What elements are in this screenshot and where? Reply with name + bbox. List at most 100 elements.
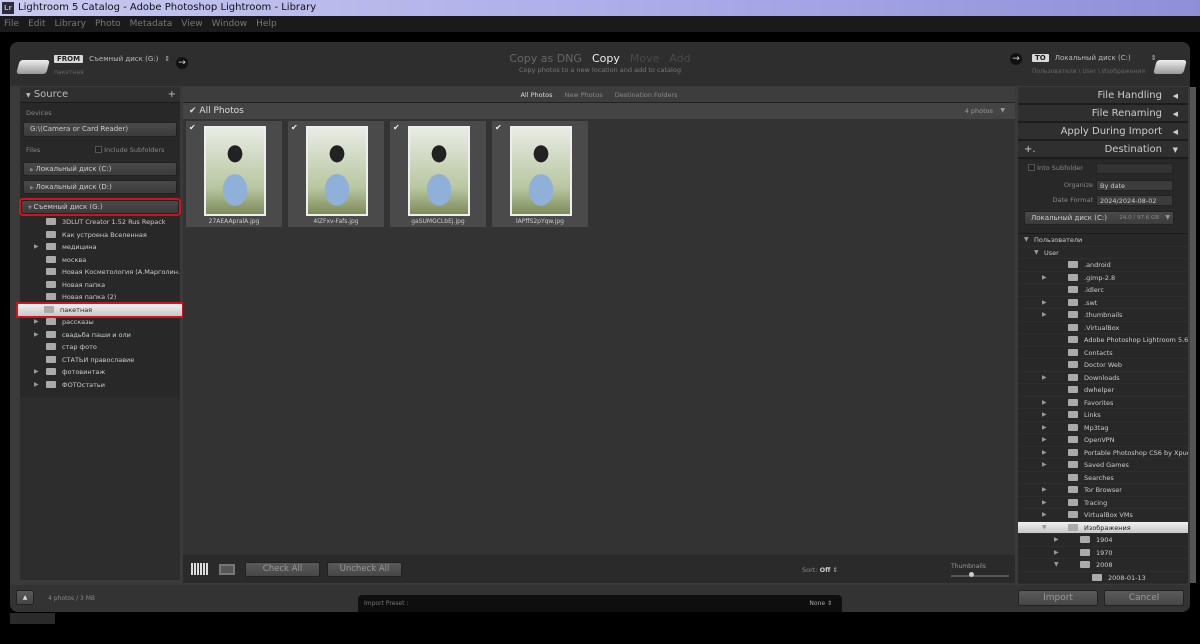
- cancel-button[interactable]: Cancel: [1104, 590, 1184, 606]
- tab-destination-folders[interactable]: Destination Folders: [615, 91, 678, 99]
- collapsed-triangle-icon[interactable]: ▶: [1042, 309, 1047, 321]
- destination-folder-item[interactable]: ▶ Favorites: [1018, 397, 1188, 409]
- destination-folder-item[interactable]: 2008-01-13: [1018, 572, 1188, 584]
- destination-folder-item[interactable]: ▼ Пользователи: [1018, 234, 1188, 247]
- destination-folder-item[interactable]: ▼ 2008: [1018, 559, 1188, 572]
- collapsed-triangle-icon[interactable]: ▶: [34, 329, 39, 342]
- destination-folder-item[interactable]: ▶ VirtualBox VMs: [1018, 509, 1188, 522]
- to-selector[interactable]: TO Локальный диск (C:) ⇕: [1032, 54, 1157, 62]
- menu-library[interactable]: Library: [55, 16, 86, 32]
- grid-view-icon[interactable]: [191, 563, 209, 575]
- destination-folder-item[interactable]: dwhelper: [1018, 384, 1188, 397]
- folder-item[interactable]: москва: [20, 254, 180, 267]
- section-apply-during-import[interactable]: Apply During Import ◀: [1018, 123, 1188, 141]
- uncheck-all-button[interactable]: Uncheck All: [327, 562, 402, 577]
- menu-metadata[interactable]: Metadata: [130, 16, 173, 32]
- collapsed-triangle-icon[interactable]: ▶: [1042, 272, 1047, 284]
- collapsed-triangle-icon[interactable]: ▶: [1042, 297, 1047, 309]
- expanded-triangle-icon[interactable]: ▼: [1054, 559, 1059, 571]
- collapsed-triangle-icon[interactable]: ▶: [1042, 497, 1047, 509]
- volume-item[interactable]: ▶ Локальный диск (D:): [23, 180, 177, 194]
- check-all-button[interactable]: Check All: [245, 562, 320, 577]
- expand-up-button[interactable]: ▲: [16, 590, 34, 605]
- collapsed-triangle-icon[interactable]: ▶: [1042, 409, 1047, 421]
- dropdown-icon[interactable]: ▼: [1000, 103, 1005, 119]
- destination-folder-item[interactable]: Adobe Photoshop Lightroom 5.6 Fi...: [1018, 334, 1188, 347]
- from-selector[interactable]: FROM Съемный диск (G:) ⇕: [54, 55, 170, 63]
- date-format-select[interactable]: 2024/2024-08-02: [1096, 195, 1173, 206]
- destination-folder-item[interactable]: .idlerc: [1018, 284, 1188, 297]
- folder-item[interactable]: 3DLUT Creator 1.52 Rus Repack: [20, 216, 180, 229]
- destination-folder-item[interactable]: .android: [1018, 259, 1188, 272]
- from-source[interactable]: Съемный диск (G:): [89, 55, 158, 63]
- tab-all-photos[interactable]: All Photos: [520, 91, 552, 99]
- folder-item[interactable]: ▶ рассказы: [20, 316, 180, 329]
- organize-select[interactable]: By date: [1096, 180, 1173, 191]
- menu-photo[interactable]: Photo: [95, 16, 121, 32]
- destination-folder-item[interactable]: ▶ Links: [1018, 409, 1188, 422]
- destination-folder-item[interactable]: ▶ 1904: [1018, 534, 1188, 547]
- destination-folder-item[interactable]: ▶ 1970: [1018, 547, 1188, 559]
- mode-add[interactable]: Add: [669, 52, 690, 65]
- slider-thumb[interactable]: [969, 572, 974, 577]
- menu-edit[interactable]: Edit: [28, 16, 45, 32]
- check-icon[interactable]: ✔: [189, 106, 197, 116]
- folder-item[interactable]: ▶ медицина: [20, 241, 180, 254]
- photo-thumbnail[interactable]: [510, 126, 572, 216]
- volume-item[interactable]: ▼ Съемный диск (G:): [19, 198, 181, 216]
- collapsed-triangle-icon[interactable]: ▶: [1042, 397, 1047, 409]
- photo-checkbox[interactable]: ✔: [291, 123, 298, 132]
- folder-item[interactable]: Как устроена Вселенная: [20, 229, 180, 242]
- destination-folder-item[interactable]: ▶ .gimp-2.8: [1018, 272, 1188, 284]
- folder-item[interactable]: пакетная: [16, 301, 184, 318]
- subfolder-name-input[interactable]: [1096, 163, 1173, 174]
- folder-item[interactable]: Новая Косметология (А.Марголин...: [20, 266, 180, 279]
- collapsed-triangle-icon[interactable]: ▶: [1042, 459, 1047, 471]
- collapsed-triangle-icon[interactable]: ▶: [34, 316, 39, 329]
- collapsed-triangle-icon[interactable]: ▶: [1042, 509, 1047, 521]
- collapsed-triangle-icon[interactable]: ▶: [1042, 372, 1047, 384]
- folder-item[interactable]: стар фото: [20, 341, 180, 354]
- folder-item[interactable]: Новая папка (2): [20, 291, 180, 304]
- collapsed-triangle-icon[interactable]: ▶: [34, 241, 39, 254]
- destination-folder-item[interactable]: ▶ Mp3tag: [1018, 422, 1188, 434]
- destination-folder-item[interactable]: ▶ Saved Games: [1018, 459, 1188, 472]
- collapsed-triangle-icon[interactable]: ▶: [1042, 422, 1047, 434]
- menu-window[interactable]: Window: [212, 16, 248, 32]
- add-icon[interactable]: +.: [1024, 141, 1036, 159]
- right-scrollbar[interactable]: [1190, 87, 1196, 583]
- photo-cell[interactable]: ✔ lAPffS2pYqw.jpg: [491, 120, 589, 228]
- include-subfolders-checkbox[interactable]: Include Subfolders: [95, 146, 164, 154]
- menu-help[interactable]: Help: [256, 16, 277, 32]
- thumbnails-slider[interactable]: [951, 572, 1009, 577]
- section-file-handling[interactable]: File Handling ◀: [1018, 87, 1188, 105]
- destination-folder-item[interactable]: Contacts: [1018, 347, 1188, 359]
- expanded-triangle-icon[interactable]: ▼: [1042, 522, 1047, 534]
- collapsed-triangle-icon[interactable]: ▶: [1054, 534, 1059, 546]
- photo-checkbox[interactable]: ✔: [189, 123, 196, 132]
- collapsed-triangle-icon[interactable]: ▶: [34, 366, 39, 379]
- photo-thumbnail[interactable]: [408, 126, 470, 216]
- photo-checkbox[interactable]: ✔: [393, 123, 400, 132]
- into-subfolder-checkbox[interactable]: Into Subfolder: [1028, 164, 1083, 172]
- mode-copy-as-dng[interactable]: Copy as DNG: [509, 52, 582, 65]
- destination-folder-item[interactable]: Doctor Web: [1018, 359, 1188, 372]
- destination-folder-item[interactable]: ▶ .thumbnails: [1018, 309, 1188, 322]
- filmstrip-tab[interactable]: [10, 613, 55, 624]
- destination-folder-item[interactable]: ▼ User: [1018, 247, 1188, 259]
- device-item[interactable]: G:\(Camera or Card Reader): [23, 122, 177, 137]
- destination-folder-item[interactable]: ▶ Tracing: [1018, 497, 1188, 509]
- sort-control[interactable]: Sort: Off ⇕: [802, 566, 838, 574]
- photo-thumbnail[interactable]: [306, 126, 368, 216]
- folder-item[interactable]: ▶ свадьба паши и оли: [20, 329, 180, 342]
- destination-folder-item[interactable]: ▶ .swt: [1018, 297, 1188, 309]
- import-button[interactable]: Import: [1018, 590, 1098, 606]
- destination-folder-item[interactable]: .VirtualBox: [1018, 322, 1188, 334]
- section-destination[interactable]: +. Destination ▼: [1018, 141, 1188, 159]
- collapsed-triangle-icon[interactable]: ▶: [1042, 447, 1047, 459]
- photo-cell[interactable]: ✔ 4lZFxv-Fafs.jpg: [287, 120, 385, 228]
- folder-item[interactable]: СТАТЬИ православие: [20, 354, 180, 367]
- tab-new-photos[interactable]: New Photos: [565, 91, 603, 99]
- add-icon[interactable]: +: [168, 87, 176, 103]
- loupe-view-icon[interactable]: [219, 564, 235, 575]
